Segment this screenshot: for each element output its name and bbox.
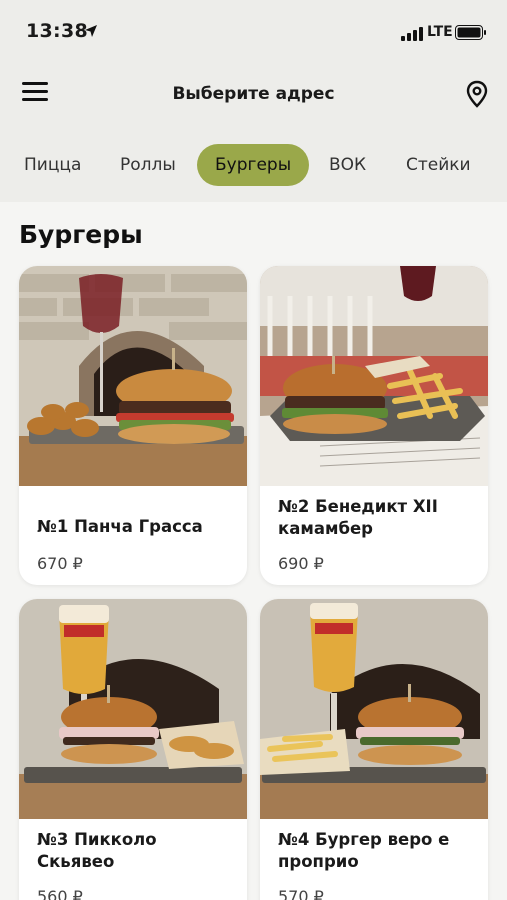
section-title: Бургеры [19, 220, 143, 249]
signal-icon [401, 27, 423, 41]
app-header: Выберите адрес [0, 72, 507, 118]
product-image [19, 599, 247, 819]
product-price: 570 ₽ [278, 887, 324, 900]
status-time: 13:38 [26, 20, 88, 42]
product-price: 690 ₽ [278, 554, 324, 573]
product-name: №1 Панча Грасса [37, 517, 203, 536]
address-selector[interactable]: Выберите адрес [0, 84, 507, 104]
product-price: 670 ₽ [37, 554, 83, 573]
tab-burgers[interactable]: Бургеры [197, 144, 310, 186]
product-image [19, 266, 247, 486]
battery-icon [455, 25, 486, 40]
top-bar: 13:38 LTE Выберите адрес Пицца Роллы Бур… [0, 0, 507, 202]
tab-steaks[interactable]: Стейки [388, 144, 489, 186]
product-image [260, 266, 488, 486]
network-label: LTE [427, 24, 453, 40]
tab-pizza[interactable]: Пицца [6, 144, 99, 186]
product-image [260, 599, 488, 819]
product-card[interactable]: №3 Пикколо Скьявео 560 ₽ [19, 599, 247, 900]
category-tabs: Пицца Роллы Бургеры ВОК Стейки [0, 144, 507, 186]
product-card[interactable]: №2 Бенедикт XII камамбер 690 ₽ [260, 266, 488, 585]
menu-content: Бургеры №1 Панча Грасса 670 ₽ №2 Бенедик… [0, 202, 507, 900]
map-pin-icon[interactable] [465, 80, 489, 108]
product-card[interactable]: №1 Панча Грасса 670 ₽ [19, 266, 247, 585]
tab-rolls[interactable]: Роллы [102, 144, 194, 186]
product-name: №4 Бургер веро е проприо [278, 830, 450, 871]
location-arrow-icon [85, 25, 97, 37]
product-price: 560 ₽ [37, 887, 83, 900]
tab-wok[interactable]: ВОК [311, 144, 384, 186]
product-name: №2 Бенедикт XII камамбер [278, 497, 438, 538]
product-name: №3 Пикколо Скьявео [37, 830, 157, 871]
product-card[interactable]: №4 Бургер веро е проприо 570 ₽ [260, 599, 488, 900]
status-bar: 13:38 LTE [0, 0, 507, 62]
